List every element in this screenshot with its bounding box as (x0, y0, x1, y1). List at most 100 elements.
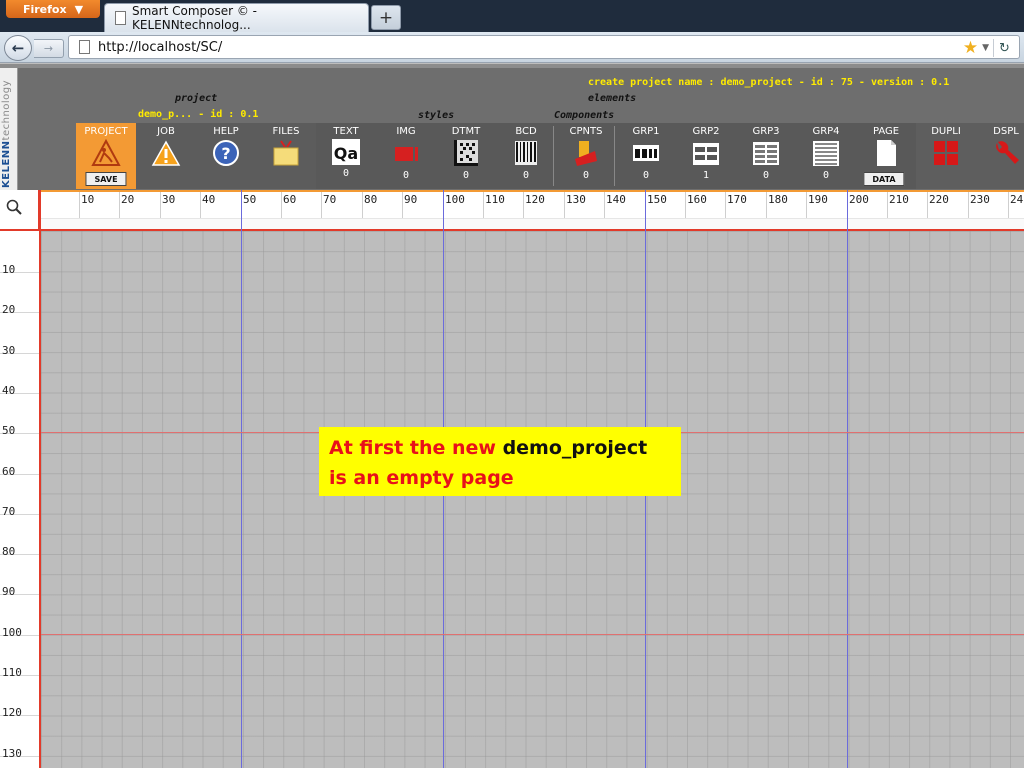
note-highlight: demo_project (502, 437, 648, 459)
grp4-button[interactable]: GRP4 0 (796, 124, 856, 188)
ruler-label-top: 160 (687, 193, 707, 206)
toolbar-separator (553, 126, 554, 186)
datamatrix-icon (454, 140, 478, 166)
forward-button[interactable]: → (34, 39, 64, 58)
cpnts-button[interactable]: CPNTS 0 (556, 124, 616, 188)
bcd-button[interactable]: BCD 0 (496, 124, 556, 188)
create-project-info: create project name : demo_project - id … (588, 77, 950, 88)
toolbar-separator (614, 126, 615, 186)
dupli-button[interactable]: DUPLI (916, 124, 976, 188)
ruler-tick (766, 192, 767, 218)
ruler-tick (685, 192, 686, 218)
ruler-tick (564, 192, 565, 218)
new-tab-button[interactable]: + (371, 5, 401, 30)
grp1-button[interactable]: GRP1 0 (616, 124, 676, 188)
ruler-label-top: 190 (808, 193, 828, 206)
dspl-label: DSPL (993, 126, 1019, 137)
top-ruler-strip (0, 218, 1024, 229)
files-button[interactable]: FILES (256, 124, 316, 188)
bookmark-star-icon[interactable]: ★ (963, 38, 978, 58)
zoom-magnifier-icon[interactable] (6, 199, 22, 215)
grp4-label: GRP4 (812, 126, 840, 137)
annotation-note: At first the new demo_project is an empt… (319, 427, 681, 496)
ruler-label-left: 20 (2, 303, 16, 316)
ruler-tick (887, 192, 888, 218)
save-button[interactable]: SAVE (85, 172, 127, 186)
url-text: http://localhost/SC/ (98, 39, 223, 55)
ruler-label-top: 24 (1010, 193, 1024, 206)
ruler-label-top: 70 (323, 193, 337, 206)
logo-suffix: technology (1, 79, 12, 141)
ruler-label-left: 90 (2, 585, 16, 598)
data-button[interactable]: DATA (863, 172, 905, 186)
ruler-label-top: 40 (202, 193, 216, 206)
bcd-label: BCD (515, 126, 537, 137)
guide-horizontal (41, 634, 1024, 635)
ruler-label-top: 60 (283, 193, 297, 206)
job-button[interactable]: JOB (136, 124, 196, 188)
grp2-button[interactable]: GRP2 1 (676, 124, 736, 188)
forward-arrow-icon: → (43, 42, 54, 55)
page-label: PAGE (872, 126, 900, 137)
text-button[interactable]: TEXT Qa 0 (316, 124, 376, 188)
ruler-label-top: 110 (485, 193, 505, 206)
ruler-label-top: 50 (243, 193, 257, 206)
dspl-button[interactable]: DSPL (976, 124, 1024, 188)
img-button[interactable]: IMG 0 (376, 124, 436, 188)
ruler-label-top: 100 (445, 193, 465, 206)
ruler-label-left: 60 (2, 465, 16, 478)
grp2-label: GRP2 (692, 126, 720, 137)
group1-icon (633, 145, 659, 161)
help-question-icon: ? (213, 140, 239, 166)
grp1-count: 0 (642, 170, 650, 181)
ruler-tick (927, 192, 928, 218)
reload-icon[interactable]: ↻ (993, 39, 1015, 57)
grp3-label: GRP3 (752, 126, 780, 137)
grp3-count: 0 (762, 170, 770, 181)
ruler-label-top: 150 (647, 193, 667, 206)
ruler-label-top: 140 (606, 193, 626, 206)
dtmt-button[interactable]: DTMT 0 (436, 124, 496, 188)
dropdown-arrow-icon: ▼ (74, 2, 84, 16)
url-actions: ★ ▼ ↻ (963, 38, 1015, 58)
note-text-part2: is an empty page (329, 467, 514, 489)
ruler-tick (1008, 192, 1009, 218)
guide-vertical (847, 190, 848, 768)
ruler-label-left: 40 (2, 384, 16, 397)
ruler-label-left: 120 (2, 706, 22, 719)
styles-section-title: styles (418, 110, 455, 121)
ruler-tick (402, 192, 403, 218)
browser-tab[interactable]: Smart Composer © - KELENNtechnolog... (104, 3, 369, 32)
project-section-title: project (175, 93, 218, 104)
back-button[interactable]: ← (4, 35, 32, 61)
construction-sign-icon (91, 139, 121, 166)
ruler-label-left: 10 (2, 263, 16, 276)
page-canvas[interactable] (41, 231, 1024, 768)
ruler-label-top: 200 (849, 193, 869, 206)
ruler-tick (281, 192, 282, 218)
folder-icon (273, 140, 299, 166)
kelenn-logo: KELENNtechnology (1, 80, 12, 188)
help-label: HELP (213, 126, 239, 137)
img-label: IMG (396, 126, 416, 137)
history-dropdown-icon[interactable]: ▼ (982, 43, 989, 53)
ruler-tick (604, 192, 605, 218)
svg-text:?: ? (221, 144, 230, 163)
ruler-label-top: 130 (566, 193, 586, 206)
group4-icon (813, 141, 839, 166)
help-button[interactable]: HELP ? (196, 124, 256, 188)
group2-icon (693, 143, 719, 165)
elements-section-title: elements (588, 93, 637, 104)
project-label: PROJECT (84, 126, 128, 137)
ruler-label-top: 20 (121, 193, 135, 206)
url-bar[interactable]: http://localhost/SC/ ★ ▼ ↻ (68, 35, 1020, 59)
ruler-tick (160, 192, 161, 218)
firefox-menu-button[interactable]: Firefox ▼ (6, 0, 100, 18)
guide-vertical (241, 190, 242, 768)
grp3-button[interactable]: GRP3 0 (736, 124, 796, 188)
ruler-label-left: 110 (2, 666, 22, 679)
ruler-border-vertical (39, 190, 41, 768)
ruler-tick (483, 192, 484, 218)
wrench-icon (996, 141, 1019, 164)
cpnts-label: CPNTS (569, 126, 603, 137)
